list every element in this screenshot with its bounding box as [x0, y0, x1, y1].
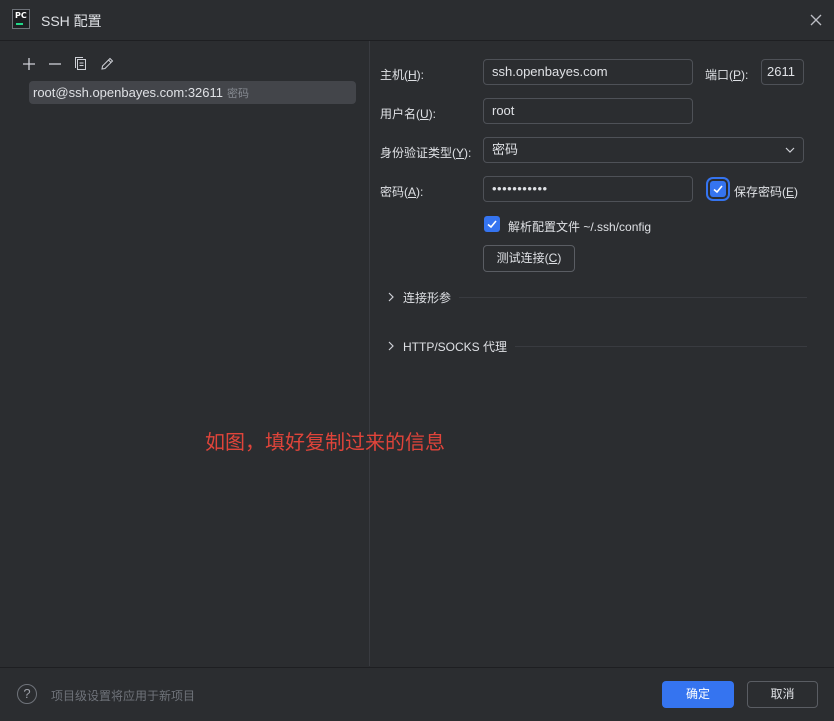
password-input[interactable]: ••••••••••• [483, 176, 693, 202]
section-divider [515, 346, 807, 347]
proxy-label: HTTP/SOCKS 代理 [403, 340, 508, 354]
port-label: 端口(P): [705, 68, 749, 82]
annotation-text: 如图，填好复制过来的信息 [205, 432, 445, 454]
save-password-label: 保存密码(E) [734, 185, 799, 199]
port-input[interactable]: 2611 [761, 59, 804, 85]
parse-config-checkbox[interactable] [484, 216, 500, 232]
ok-button[interactable]: 确定 [662, 681, 734, 708]
copy-icon[interactable] [73, 56, 89, 72]
username-input[interactable]: root [483, 98, 693, 124]
chevron-right-icon [388, 292, 394, 302]
close-icon[interactable] [806, 10, 826, 30]
footer-note: 项目级设置将应用于新项目 [51, 689, 196, 703]
minus-icon[interactable] [47, 56, 63, 72]
test-connection-button[interactable]: 测试连接(C) [483, 245, 575, 272]
dialog-footer: ? 项目级设置将应用于新项目 确定 取消 [0, 667, 834, 721]
username-label: 用户名(U): [380, 107, 437, 121]
checkmark-icon [487, 220, 497, 229]
window-title: SSH 配置 [41, 13, 102, 29]
auth-type-dropdown[interactable]: 密码 [483, 137, 804, 163]
host-item-auth-type: 密码 [227, 88, 250, 100]
password-label: 密码(A): [380, 185, 424, 199]
title-bar: PC SSH 配置 [0, 0, 834, 41]
save-password-checkbox[interactable] [710, 181, 726, 197]
auth-type-label: 身份验证类型(Y): [380, 146, 472, 160]
host-item-address: root@ssh.openbayes.com:32611 [33, 85, 224, 100]
host-list-item[interactable]: root@ssh.openbayes.com:32611 密码 [29, 81, 356, 104]
plus-icon[interactable] [21, 56, 37, 72]
connection-params-section[interactable]: 连接形参 [387, 289, 807, 305]
chevron-right-icon [388, 341, 394, 351]
ssh-settings-form: 主机(H): ssh.openbayes.com 端口(P): 2611 用户名… [370, 41, 834, 666]
pycharm-logo-icon: PC [12, 9, 30, 29]
host-list-pane: root@ssh.openbayes.com:32611 密码 [0, 41, 370, 666]
host-input[interactable]: ssh.openbayes.com [483, 59, 693, 85]
section-divider [459, 297, 807, 298]
parse-config-label: 解析配置文件 ~/.ssh/config [508, 220, 652, 234]
pencil-icon[interactable] [99, 56, 115, 72]
cancel-button[interactable]: 取消 [747, 681, 818, 708]
chevron-down-icon [785, 147, 795, 153]
host-label: 主机(H): [380, 68, 425, 82]
proxy-section[interactable]: HTTP/SOCKS 代理 [387, 338, 807, 354]
checkmark-icon [713, 185, 723, 194]
connection-params-label: 连接形参 [403, 291, 452, 305]
host-item-name: root@ssh.openbayes.com:32611 密码 [33, 85, 249, 101]
help-button[interactable]: ? [17, 684, 37, 704]
